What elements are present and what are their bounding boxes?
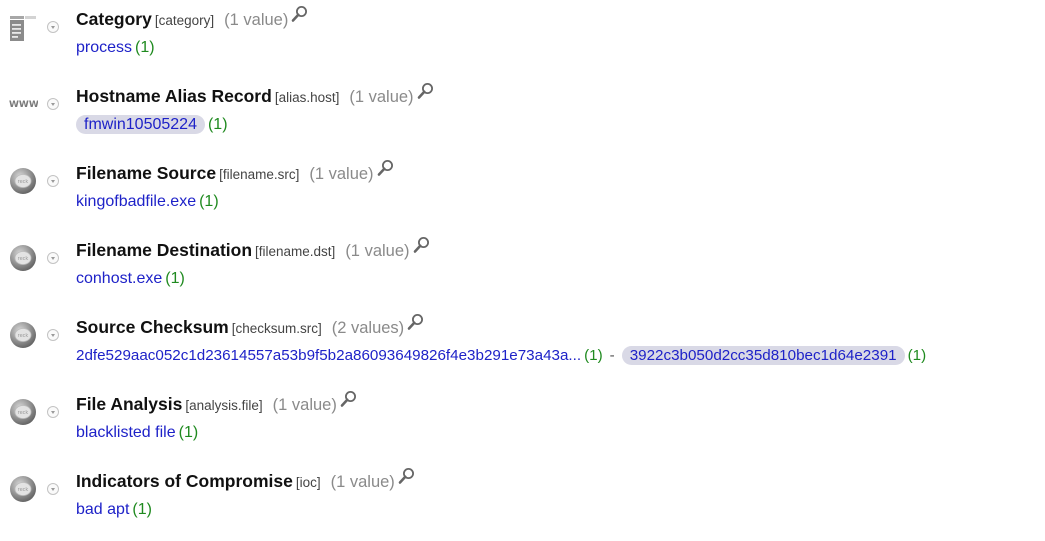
meta-row-checksum-src: reck Source Checksum [checksum.src] (2 val…: [0, 308, 1045, 385]
meta-value-occurrences: (1): [907, 347, 927, 364]
meta-value-count: (1 value): [349, 88, 414, 106]
disc-icon-label: reck: [18, 256, 29, 262]
meta-value-link[interactable]: kingofbadfile.exe: [76, 193, 196, 210]
magnifier-icon[interactable]: [377, 159, 395, 177]
meta-key: [ioc]: [295, 475, 321, 490]
expand-chevron-icon[interactable]: [47, 252, 59, 264]
meta-header: Filename Source [filename.src] (1 value): [76, 159, 395, 187]
meta-values-panel: Category [category] (1 value) process (1) W…: [0, 0, 1045, 541]
meta-row-alias-host: WWW Hostname Alias Record [alias.host] (1 …: [0, 77, 1045, 154]
expand-chevron-icon[interactable]: [47, 21, 59, 33]
meta-name: Source Checksum: [76, 317, 229, 337]
meta-value-link[interactable]: 2dfe529aac052c1d23614557a53b9f5b2a860936…: [76, 347, 581, 364]
www-icon-label: WWW: [9, 100, 38, 110]
disc-icon-label: reck: [18, 179, 29, 185]
meta-value-occurrences: (1): [584, 347, 603, 364]
meta-value-link[interactable]: process: [76, 39, 132, 56]
meta-value-link[interactable]: bad apt: [76, 501, 129, 518]
www-icon: WWW: [9, 100, 38, 110]
meta-values: 2dfe529aac052c1d23614557a53b9f5b2a860936…: [76, 344, 926, 368]
expand-chevron-icon[interactable]: [47, 329, 59, 341]
meta-value-link[interactable]: conhost.exe: [76, 270, 162, 287]
magnifier-icon[interactable]: [340, 390, 358, 408]
magnifier-icon[interactable]: [417, 82, 435, 100]
meta-value-count: (1 value): [309, 165, 374, 183]
meta-header: File Analysis [analysis.file] (1 value): [76, 390, 358, 418]
meta-values: kingofbadfile.exe (1): [76, 190, 219, 214]
disc-icon-label: reck: [18, 333, 29, 339]
meta-values: blacklisted file (1): [76, 421, 198, 445]
meta-key: [analysis.file]: [185, 398, 263, 413]
category-icon: [10, 16, 36, 41]
expand-chevron-icon[interactable]: [47, 98, 59, 110]
value-separator: -: [609, 347, 615, 364]
expand-chevron-icon[interactable]: [47, 175, 59, 187]
disc-icon-label: reck: [18, 410, 29, 416]
magnifier-icon[interactable]: [413, 236, 431, 254]
meta-values: bad apt (1): [76, 498, 152, 522]
meta-value-link-selected[interactable]: fmwin10505224: [76, 115, 205, 134]
meta-value-count: (1 value): [345, 242, 410, 260]
meta-header: Hostname Alias Record [alias.host] (1 valu…: [76, 82, 435, 110]
magnifier-icon[interactable]: [398, 467, 416, 485]
magnifier-icon[interactable]: [407, 313, 425, 331]
meta-row-analysis-file: reck File Analysis [analysis.file] (1 valu…: [0, 385, 1045, 462]
meta-header: Filename Destination [filename.dst] (1 val…: [76, 236, 431, 264]
meta-values: conhost.exe (1): [76, 267, 185, 291]
meta-value-occurrences: (1): [199, 193, 219, 210]
meta-value-occurrences: (1): [207, 116, 228, 133]
meta-name: Hostname Alias Record: [76, 86, 272, 106]
meta-key: [filename.src]: [219, 167, 300, 182]
meta-name: Indicators of Compromise: [76, 471, 293, 491]
meta-value-occurrences: (1): [178, 424, 199, 441]
meta-values: process (1): [76, 36, 155, 60]
meta-value-count: (1 value): [224, 11, 289, 29]
meta-value-count: (1 value): [330, 473, 395, 491]
magnifier-icon[interactable]: [291, 5, 309, 23]
meta-disc-icon: reck: [10, 168, 36, 194]
disc-icon-label: reck: [18, 487, 29, 493]
meta-row-category: Category [category] (1 value) process (1): [0, 0, 1045, 77]
meta-disc-icon: reck: [10, 399, 36, 425]
expand-chevron-icon[interactable]: [47, 406, 59, 418]
meta-value-link[interactable]: blacklisted file: [76, 424, 176, 441]
meta-value-count: (2 values): [331, 319, 405, 337]
meta-row-filename-src: reck Filename Source [filename.src] (1 val…: [0, 154, 1045, 231]
meta-name: Filename Destination: [76, 240, 253, 260]
meta-value-link-selected[interactable]: 3922c3b050d2cc35d810bec1d64e2391: [621, 346, 905, 365]
expand-chevron-icon[interactable]: [47, 483, 59, 495]
meta-row-filename-dst: reck Filename Destination [filename.dst] (…: [0, 231, 1045, 308]
meta-value-count: (1 value): [272, 396, 337, 414]
meta-values: fmwin10505224 (1): [76, 113, 228, 137]
meta-key: [alias.host]: [274, 90, 340, 105]
meta-name: File Analysis: [76, 394, 183, 414]
meta-header: Indicators of Compromise [ioc] (1 value): [76, 467, 416, 495]
meta-value-occurrences: (1): [132, 501, 152, 518]
meta-row-ioc: reck Indicators of Compromise [ioc] (1 val…: [0, 462, 1045, 539]
meta-disc-icon: reck: [10, 322, 36, 348]
meta-header: Source Checksum [checksum.src] (2 values): [76, 313, 425, 341]
meta-key: [checksum.src]: [231, 321, 322, 336]
meta-key: [filename.dst]: [255, 244, 336, 259]
meta-disc-icon: reck: [10, 476, 36, 502]
meta-value-occurrences: (1): [135, 39, 155, 56]
meta-header: Category [category] (1 value): [76, 5, 309, 33]
meta-name: Filename Source: [76, 163, 217, 183]
meta-name: Category: [76, 9, 152, 29]
meta-key: [category]: [154, 13, 215, 28]
meta-value-occurrences: (1): [165, 270, 185, 287]
meta-disc-icon: reck: [10, 245, 36, 271]
